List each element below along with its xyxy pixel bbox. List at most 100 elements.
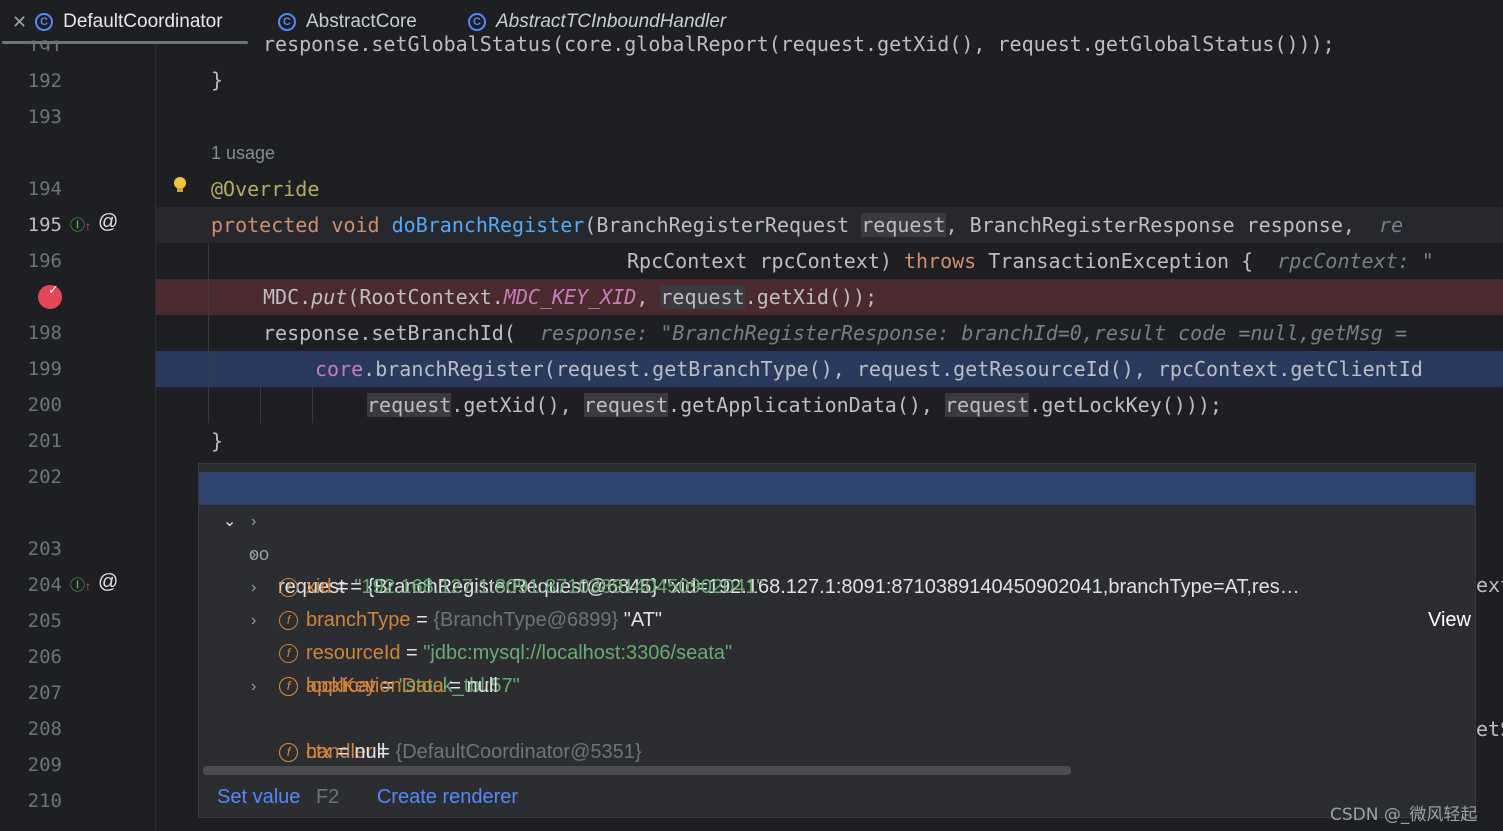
keyword: protected void bbox=[211, 213, 392, 237]
code-line-191: response.setGlobalStatus(core.globalRepo… bbox=[263, 30, 1503, 58]
tab-label: DefaultCoordinator bbox=[63, 11, 223, 32]
highlighted-variable: request bbox=[660, 285, 745, 309]
annotation-icon[interactable]: @ bbox=[98, 211, 118, 234]
code-text: etS bbox=[1476, 717, 1503, 741]
static-field: MDC_KEY_XID bbox=[503, 285, 637, 309]
code-line-195: protected void doBranchRegister(BranchRe… bbox=[156, 207, 1503, 243]
implements-icon[interactable]: Ⓘ↑ bbox=[70, 214, 91, 235]
line-number: 201 bbox=[27, 430, 62, 452]
line-number: 194 bbox=[27, 178, 62, 200]
row-text: f ctx = null bbox=[279, 736, 386, 769]
usage-hint[interactable]: 1 usage bbox=[211, 143, 275, 164]
code-text: (BranchRegisterRequest bbox=[584, 213, 862, 237]
line-number: 200 bbox=[27, 394, 62, 416]
line-number: 209 bbox=[27, 754, 62, 776]
code-line-196: RpcContext rpcContext) throws Transactio… bbox=[627, 243, 1503, 279]
field-type: {DefaultCoordinator@5351} bbox=[395, 741, 642, 763]
keyword: throws bbox=[903, 249, 977, 273]
class-icon: C bbox=[278, 13, 296, 31]
code-text: .getXid(), bbox=[451, 393, 584, 417]
code-text: , bbox=[636, 285, 661, 309]
code-line-204-tail: ext bbox=[1476, 567, 1503, 603]
field-ref: core bbox=[315, 357, 364, 381]
code-text: response.setGlobalStatus(core.globalRepo… bbox=[263, 32, 1335, 56]
override-annotation: @Override bbox=[211, 177, 320, 201]
code-text: , BranchRegisterResponse response, bbox=[945, 213, 1355, 237]
line-number: 204 bbox=[27, 574, 62, 596]
code-line-197-breakpoint: MDC.put(RootContext.MDC_KEY_XID, request… bbox=[156, 279, 1503, 315]
tree-row-xid[interactable]: › f xid = "192.168.127.1:8091:87103891404… bbox=[199, 505, 1475, 598]
code-text: ext bbox=[1476, 573, 1503, 597]
tree-row-resource-id[interactable]: › f resourceId = "jdbc:mysql://localhost:… bbox=[199, 571, 1475, 664]
highlighted-variable: request bbox=[583, 393, 669, 417]
line-number: 198 bbox=[27, 322, 62, 344]
static-method: put bbox=[311, 285, 348, 309]
line-number: 199 bbox=[27, 358, 62, 380]
tree-row-ctx[interactable]: f ctx = null bbox=[199, 703, 1475, 763]
debug-evaluation-popup[interactable]: ⌄ oo request = {BranchRegisterRequest@68… bbox=[198, 463, 1476, 818]
annotation-icon[interactable]: @ bbox=[98, 571, 118, 594]
tree-row-handler[interactable]: › f handler = {DefaultCoordinator@5351} bbox=[199, 670, 1475, 763]
code-line-199-execution-point: core.branchRegister(request.getBranchTyp… bbox=[156, 351, 1503, 387]
indent-guide bbox=[260, 387, 261, 423]
class-icon: C bbox=[35, 13, 54, 31]
lightbulb-icon[interactable] bbox=[172, 176, 188, 194]
inline-debug-hint: re bbox=[1379, 213, 1404, 237]
tree-row-branch-type[interactable]: › f branchType = {BranchType@6899} "AT" bbox=[199, 538, 1475, 631]
chevron-right-icon[interactable]: › bbox=[251, 505, 256, 538]
tree-row-application-data[interactable]: f applicationData = null bbox=[199, 637, 1475, 697]
line-number: 196 bbox=[27, 250, 62, 272]
line-number: 210 bbox=[27, 790, 62, 812]
code-text: TransactionException { bbox=[976, 249, 1254, 273]
line-number: 206 bbox=[27, 646, 62, 668]
code-text: RpcContext rpcContext) bbox=[627, 249, 904, 273]
code-text: .getXid()); bbox=[744, 285, 878, 309]
create-renderer-link[interactable]: Create renderer bbox=[377, 786, 518, 808]
set-value-link[interactable]: Set value bbox=[217, 786, 300, 808]
line-number: 207 bbox=[27, 682, 62, 704]
line-number: 203 bbox=[27, 538, 62, 560]
indent-guide bbox=[312, 387, 313, 423]
code-line-192: } bbox=[211, 62, 1503, 98]
chevron-right-icon[interactable]: › bbox=[251, 604, 256, 637]
code-line-194: @Override bbox=[211, 171, 1503, 207]
popup-footer: Set value F2 Create renderer bbox=[217, 786, 518, 809]
code-line-198: response.setBranchId( response: "BranchR… bbox=[156, 315, 1503, 351]
field-value: null bbox=[354, 741, 386, 763]
implements-icon[interactable]: Ⓘ↑ bbox=[70, 574, 91, 595]
code-line-208-tail: etS bbox=[1476, 711, 1503, 747]
code-text: } bbox=[211, 68, 224, 92]
chevron-right-icon[interactable]: › bbox=[251, 670, 256, 703]
editor-gutter[interactable]: 191 192 193 194 195 Ⓘ↑ @ 196 ✓ 198 199 2… bbox=[0, 37, 156, 831]
highlighted-variable: request bbox=[861, 213, 946, 237]
line-number: 191 bbox=[27, 37, 62, 51]
inline-debug-hint: response: "BranchRegisterResponse: branc… bbox=[539, 321, 1407, 345]
class-icon: C bbox=[468, 13, 486, 31]
code-text: .getApplicationData(), bbox=[668, 393, 945, 417]
code-text: MDC. bbox=[263, 285, 312, 309]
chevron-right-icon[interactable]: › bbox=[251, 571, 256, 604]
check-icon: ✓ bbox=[48, 282, 59, 297]
breakpoint-icon[interactable]: ✓ bbox=[38, 282, 62, 309]
line-number: 208 bbox=[27, 718, 62, 740]
line-number: 195 bbox=[27, 214, 62, 236]
inline-debug-hint: rpcContext: " bbox=[1277, 249, 1434, 273]
code-text: .branchRegister(request.getBranchType(),… bbox=[363, 357, 1423, 381]
tree-row-lock-key[interactable]: › f lockKey = "stock_tbl:57" bbox=[199, 604, 1475, 697]
highlighted-variable: request bbox=[367, 393, 452, 417]
shortcut-hint: F2 bbox=[315, 786, 340, 808]
code-text: (RootContext. bbox=[347, 285, 504, 309]
chevron-right-icon[interactable]: › bbox=[251, 538, 256, 571]
code-text: response.setBranchId( bbox=[263, 321, 516, 345]
indent-guide bbox=[208, 243, 209, 423]
horizontal-scrollbar[interactable] bbox=[203, 766, 1071, 775]
method-name: doBranchRegister bbox=[391, 213, 585, 237]
line-number: 202 bbox=[27, 466, 62, 488]
tree-root-request[interactable]: ⌄ oo request = {BranchRegisterRequest@68… bbox=[199, 472, 1475, 631]
field-name: ctx bbox=[306, 741, 332, 763]
close-icon[interactable]: ✕ bbox=[12, 12, 27, 33]
field-icon: f bbox=[279, 743, 298, 763]
watermark: CSDN @_微风轻起 bbox=[1330, 805, 1478, 825]
line-number: 192 bbox=[27, 70, 62, 92]
line-number: 205 bbox=[27, 610, 62, 632]
